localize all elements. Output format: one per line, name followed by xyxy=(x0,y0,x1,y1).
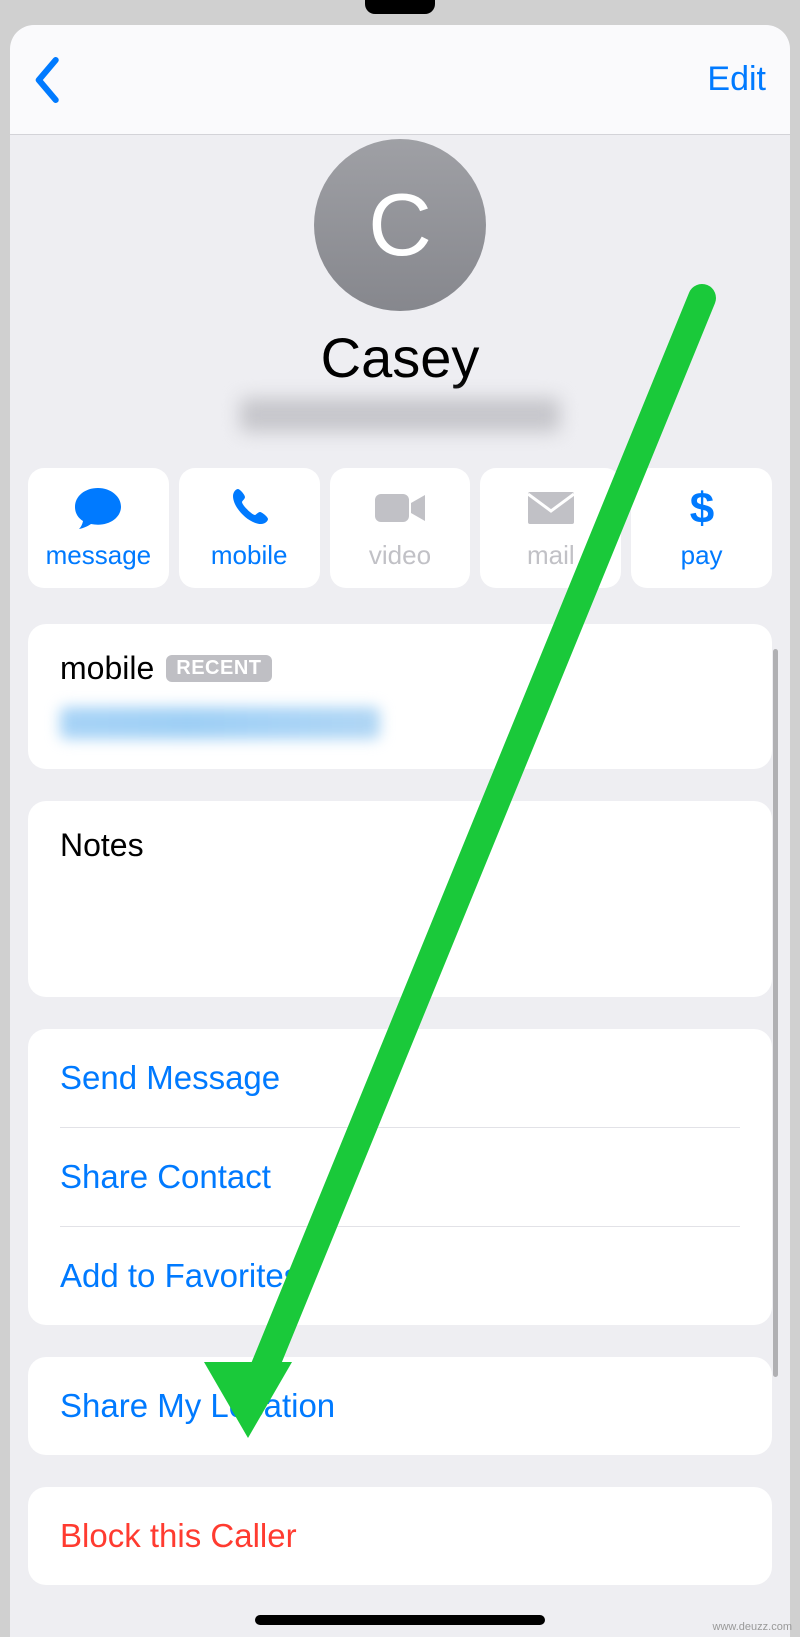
share-contact-row[interactable]: Share Contact xyxy=(60,1128,740,1226)
message-label: message xyxy=(46,540,152,571)
svg-text:$: $ xyxy=(689,485,713,531)
message-icon xyxy=(73,486,123,530)
chevron-left-icon xyxy=(34,57,62,103)
phone-type-label: mobile xyxy=(60,650,154,687)
phone-icon xyxy=(228,486,270,530)
actions-card: Send Message Share Contact Add to Favori… xyxy=(28,1029,772,1325)
avatar-initial: C xyxy=(368,174,432,276)
home-indicator[interactable] xyxy=(255,1615,545,1625)
mail-label: mail xyxy=(527,540,575,571)
contact-company-blurred xyxy=(240,398,560,432)
notes-card[interactable]: Notes xyxy=(28,801,772,997)
dollar-icon: $ xyxy=(687,486,717,530)
call-label: mobile xyxy=(211,540,288,571)
notes-label: Notes xyxy=(60,827,740,864)
recent-badge: RECENT xyxy=(166,655,271,682)
call-action[interactable]: mobile xyxy=(179,468,320,588)
scroll-indicator[interactable] xyxy=(773,649,778,1377)
phone-number-blurred xyxy=(60,707,380,739)
pay-label: pay xyxy=(681,540,723,571)
mail-action: mail xyxy=(480,468,621,588)
contact-name: Casey xyxy=(28,325,772,390)
location-card: Share My Location xyxy=(28,1357,772,1455)
block-card: Block this Caller xyxy=(28,1487,772,1585)
pay-action[interactable]: $ pay xyxy=(631,468,772,588)
quick-actions-row: message mobile video mail xyxy=(28,468,772,588)
video-label: video xyxy=(369,540,431,571)
contact-avatar: C xyxy=(314,139,486,311)
video-action: video xyxy=(330,468,471,588)
phone-card[interactable]: mobile RECENT xyxy=(28,624,772,769)
status-bar-background xyxy=(0,0,800,14)
share-location-row[interactable]: Share My Location xyxy=(60,1357,740,1455)
video-icon xyxy=(373,486,427,530)
block-caller-row[interactable]: Block this Caller xyxy=(60,1487,740,1585)
watermark: www.deuzz.com xyxy=(713,1621,792,1633)
send-message-row[interactable]: Send Message xyxy=(60,1029,740,1127)
navigation-bar: Edit xyxy=(10,25,790,135)
device-notch xyxy=(365,0,435,14)
edit-button[interactable]: Edit xyxy=(707,60,766,99)
mail-icon xyxy=(526,486,576,530)
contact-sheet: Edit C Casey message mobile xyxy=(10,25,790,1637)
add-favorites-row[interactable]: Add to Favorites xyxy=(60,1227,740,1325)
back-button[interactable] xyxy=(34,57,62,103)
message-action[interactable]: message xyxy=(28,468,169,588)
